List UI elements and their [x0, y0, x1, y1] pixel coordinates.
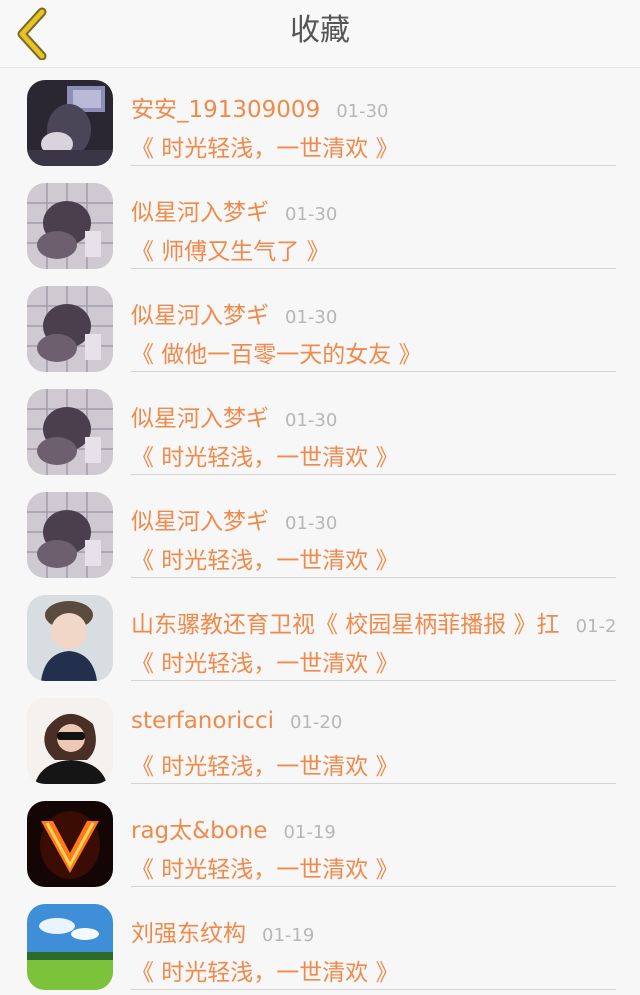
list-item[interactable]: 似星河入梦ギ 01-30 《 做他一百零一天的女友 》: [0, 274, 640, 377]
user-name[interactable]: 安安_191309009: [131, 97, 320, 123]
work-title[interactable]: 《 时光轻浅，一世清欢 》: [131, 541, 399, 575]
avatar[interactable]: [27, 904, 113, 990]
item-info: 似星河入梦ギ 01-30 《 师傅又生气了 》: [131, 171, 616, 269]
item-info: rag太&bone 01-19 《 时光轻浅，一世清欢 》: [131, 789, 616, 887]
avatar[interactable]: [27, 801, 113, 887]
work-title[interactable]: 《 时光轻浅，一世清欢 》: [131, 953, 399, 987]
list-item[interactable]: 山东骡教还育卫视《 校园星柄菲播报 》扛 01-2 《 时光轻浅，一世清欢 》: [0, 583, 640, 686]
top-bar: 收藏: [0, 0, 640, 68]
favorites-list: 安安_191309009 01-30 《 时光轻浅，一世清欢 》 似星河入梦ギ 01…: [0, 68, 640, 995]
item-date: 01-20: [289, 712, 343, 733]
item-date: 01-30: [285, 410, 338, 431]
avatar[interactable]: [27, 389, 113, 475]
list-item[interactable]: rag太&bone 01-19 《 时光轻浅，一世清欢 》: [0, 789, 640, 892]
avatar[interactable]: [27, 492, 113, 578]
item-date: 01-30: [285, 513, 338, 534]
list-item[interactable]: sterfanoricci 01-20 《 时光轻浅，一世清欢 》: [0, 686, 640, 789]
item-date: 01-30: [285, 204, 338, 225]
item-info: 山东骡教还育卫视《 校园星柄菲播报 》扛 01-2 《 时光轻浅，一世清欢 》: [131, 583, 616, 681]
list-item[interactable]: 似星河入梦ギ 01-30 《 时光轻浅，一世清欢 》: [0, 480, 640, 583]
work-title[interactable]: 《 做他一百零一天的女友 》: [131, 335, 422, 369]
avatar[interactable]: [27, 286, 113, 372]
item-info: 安安_191309009 01-30 《 时光轻浅，一世清欢 》: [131, 68, 616, 166]
item-info: 似星河入梦ギ 01-30 《 时光轻浅，一世清欢 》: [131, 480, 616, 578]
page-title: 收藏: [290, 13, 350, 48]
item-date: 01-30: [336, 101, 389, 122]
item-info: 似星河入梦ギ 01-30 《 时光轻浅，一世清欢 》: [131, 377, 616, 475]
item-info: sterfanoricci 01-20 《 时光轻浅，一世清欢 》: [131, 686, 616, 784]
avatar[interactable]: [27, 183, 113, 269]
user-name[interactable]: 山东骡教还育卫视《 校园星柄菲播报 》扛: [131, 612, 560, 638]
list-item[interactable]: 似星河入梦ギ 01-30 《 时光轻浅，一世清欢 》: [0, 377, 640, 480]
item-date: 01-30: [285, 307, 338, 328]
user-name[interactable]: 似星河入梦ギ: [131, 509, 269, 535]
user-name[interactable]: 似星河入梦ギ: [131, 406, 269, 432]
work-title[interactable]: 《 时光轻浅，一世清欢 》: [131, 644, 399, 678]
item-info: 刘强东纹构 01-19 《 时光轻浅，一世清欢 》: [131, 892, 616, 990]
user-name[interactable]: rag太&bone: [131, 818, 267, 844]
user-name[interactable]: sterfanoricci: [131, 708, 274, 734]
user-name[interactable]: 似星河入梦ギ: [131, 200, 269, 226]
list-item[interactable]: 刘强东纹构 01-19 《 时光轻浅，一世清欢 》: [0, 892, 640, 995]
item-date: 01-2: [575, 616, 617, 637]
work-title[interactable]: 《 时光轻浅，一世清欢 》: [131, 438, 399, 472]
avatar[interactable]: [27, 698, 113, 784]
avatar[interactable]: [27, 80, 113, 166]
user-name[interactable]: 似星河入梦ギ: [131, 303, 269, 329]
avatar[interactable]: [27, 595, 113, 681]
work-title[interactable]: 《 时光轻浅，一世清欢 》: [131, 129, 399, 163]
work-title[interactable]: 《 时光轻浅，一世清欢 》: [131, 747, 399, 781]
list-item[interactable]: 似星河入梦ギ 01-30 《 师傅又生气了 》: [0, 171, 640, 274]
user-name[interactable]: 刘强东纹构: [131, 921, 246, 947]
item-info: 似星河入梦ギ 01-30 《 做他一百零一天的女友 》: [131, 274, 616, 372]
work-title[interactable]: 《 师傅又生气了 》: [131, 232, 330, 266]
item-date: 01-19: [283, 822, 336, 843]
list-item[interactable]: 安安_191309009 01-30 《 时光轻浅，一世清欢 》: [0, 68, 640, 171]
work-title[interactable]: 《 时光轻浅，一世清欢 》: [131, 850, 399, 884]
item-date: 01-19: [262, 925, 315, 946]
